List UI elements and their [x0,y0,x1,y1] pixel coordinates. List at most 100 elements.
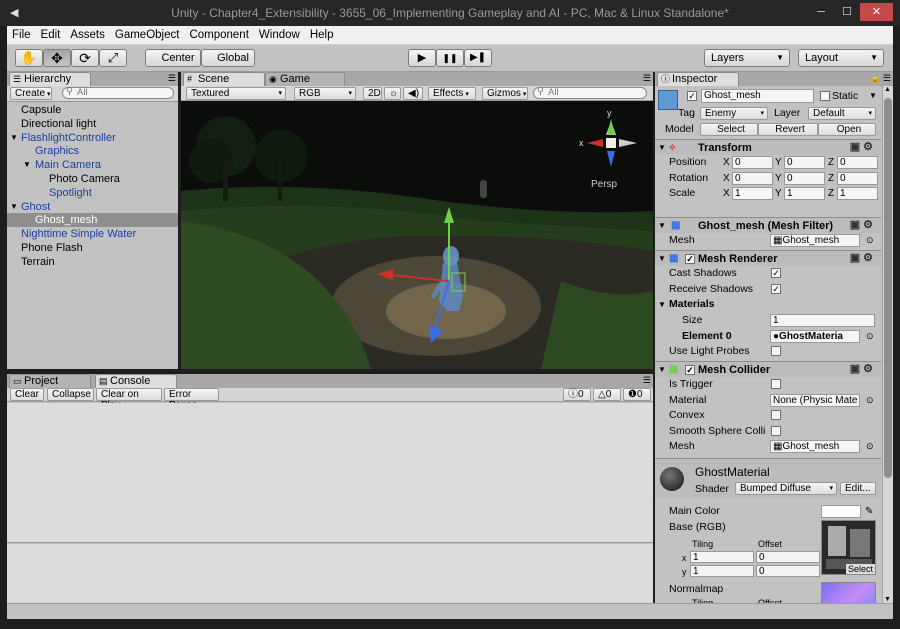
inspector-scrollbar[interactable]: ▲ ▼ [882,86,893,603]
position-y-field[interactable]: 0 [784,156,825,169]
move-tool-button[interactable]: ✥ [43,49,71,67]
tab-console[interactable]: ▤ Console [95,374,177,388]
pivot-center-toggle[interactable]: Center [145,49,201,67]
fold-icon[interactable]: ▼ [10,131,18,145]
scroll-up-icon[interactable]: ▲ [884,86,891,93]
rotation-z-field[interactable]: 0 [837,172,878,185]
base-texture-select-button[interactable]: Select [845,564,875,574]
is-trigger-checkbox[interactable] [771,379,781,389]
render-mode-dropdown[interactable]: Textured ▾ [186,87,286,100]
scale-tool-button[interactable]: ⤢ [99,49,127,67]
lighting-toggle[interactable]: ☼ [384,87,401,100]
color-mode-dropdown[interactable]: RGB ▾ [294,87,356,100]
base-texture-slot[interactable]: Select [821,520,876,575]
clear-on-play-button[interactable]: Clear on Play [96,388,162,411]
play-button[interactable]: ▶ [408,49,436,67]
menu-window[interactable]: Window [254,26,305,45]
warning-filter-toggle[interactable]: △0 [593,388,621,401]
hierarchy-search-input[interactable]: ⚲ All [62,87,174,99]
layer-dropdown[interactable]: Default ▾ [808,107,876,120]
convex-checkbox[interactable] [771,410,781,420]
mesh-field[interactable]: ▦Ghost_mesh [770,234,860,247]
error-pause-button[interactable]: Error Pause [164,388,219,411]
menu-file[interactable]: File [7,26,36,45]
rotation-y-field[interactable]: 0 [784,172,825,185]
tab-project[interactable]: ▭ Project [9,374,91,388]
shader-dropdown[interactable]: Bumped Diffuse ▾ [735,482,837,495]
mesh-collider-enabled-checkbox[interactable]: ✓ [685,365,695,375]
scale-y-field[interactable]: 1 [784,187,825,200]
collapse-button[interactable]: Collapse [47,388,94,401]
hierarchy-item[interactable]: Ghost_mesh [7,213,178,228]
lock-icon[interactable]: 🔒 [870,73,881,84]
chevron-down-icon[interactable]: ▼ [869,91,877,100]
shader-edit-button[interactable]: Edit... [840,482,876,495]
panel-menu-icon[interactable]: ☰ [883,73,891,84]
hierarchy-item[interactable]: Nighttime Simple Water [7,227,178,241]
object-picker-icon[interactable]: ⊙ [866,329,874,344]
scale-x-field[interactable]: 1 [732,187,773,200]
2d-toggle[interactable]: 2D [363,87,382,100]
close-button[interactable]: ✕ [860,3,893,21]
create-dropdown[interactable]: Create ▾ [10,87,52,100]
object-picker-icon[interactable]: ⊙ [866,393,874,408]
materials-row[interactable]: ▼ Materials [655,297,881,312]
hierarchy-item[interactable]: Graphics [7,144,178,158]
maximize-button[interactable]: ☐ [834,3,860,21]
gear-icon[interactable]: ▣ ⚙ [850,142,873,153]
menu-edit[interactable]: Edit [36,26,66,45]
error-filter-toggle[interactable]: ❶0 [623,388,651,401]
hierarchy-item[interactable]: Capsule [7,103,178,117]
tab-game[interactable]: ◉ Game [265,72,345,86]
element0-field[interactable]: ●GhostMateria [770,330,860,343]
clear-button[interactable]: Clear [10,388,44,401]
console-detail-area[interactable] [7,544,653,603]
info-filter-toggle[interactable]: ⓘ0 [563,388,591,401]
fold-icon[interactable]: ▼ [10,200,18,214]
step-button[interactable]: ▶❚ [464,49,492,67]
gear-icon[interactable]: ▣ ⚙ [850,253,873,264]
hierarchy-item[interactable]: Directional light [7,117,178,131]
base-offset-x-field[interactable]: 0 [756,551,820,563]
active-checkbox[interactable]: ✓ [687,91,697,101]
transform-header[interactable]: ▼ ⟡ Transform ▣ ⚙ [655,139,881,155]
size-field[interactable]: 1 [770,314,875,327]
audio-toggle[interactable]: ◀) [403,87,423,100]
panel-menu-icon[interactable]: ☰ [168,73,176,84]
hierarchy-item[interactable]: ▼ Ghost [7,200,178,214]
base-tiling-y-field[interactable]: 1 [690,565,754,577]
panel-menu-icon[interactable]: ☰ [643,73,651,84]
mesh-filter-header[interactable]: ▼ ▦ Ghost_mesh (Mesh Filter) ▣ ⚙ [655,217,881,233]
gizmos-dropdown[interactable]: Gizmos ▾ [482,87,528,100]
tab-scene[interactable]: # Scene [183,72,265,86]
hand-tool-button[interactable]: ✋ [15,49,43,67]
scroll-down-icon[interactable]: ▼ [884,596,891,603]
menu-help[interactable]: Help [305,26,339,45]
position-z-field[interactable]: 0 [837,156,878,169]
object-picker-icon[interactable]: ⊙ [866,439,874,454]
normalmap-texture-slot[interactable] [821,582,876,603]
tab-hierarchy[interactable]: ☰ Hierarchy [9,72,91,86]
material-header[interactable]: GhostMaterial Shader Bumped Diffuse ▾ Edi… [655,458,881,498]
pause-button[interactable]: ❚❚ [436,49,464,67]
menu-assets[interactable]: Assets [65,26,110,45]
base-tiling-x-field[interactable]: 1 [690,551,754,563]
position-x-field[interactable]: 0 [732,156,773,169]
scene-viewport[interactable]: y x Persp [181,101,653,369]
model-open-button[interactable]: Open [818,123,876,136]
minimize-button[interactable]: ─ [808,3,834,21]
cast-shadows-checkbox[interactable]: ✓ [771,268,781,278]
smooth-sphere-checkbox[interactable] [771,426,781,436]
capsule-object[interactable] [480,180,487,198]
panel-menu-icon[interactable]: ☰ [643,375,651,386]
hierarchy-item[interactable]: ▼ Main Camera [7,158,178,172]
hierarchy-item[interactable]: Spotlight [7,186,178,200]
eyedropper-icon[interactable]: ✎ [865,504,873,519]
light-probes-checkbox[interactable] [771,346,781,356]
rotate-tool-button[interactable]: ⟳ [71,49,99,67]
model-select-button[interactable]: Select [700,123,758,136]
gear-icon[interactable]: ▣ ⚙ [850,364,873,375]
object-picker-icon[interactable]: ⊙ [866,233,874,248]
persp-label[interactable]: Persp [591,179,618,190]
menu-component[interactable]: Component [184,26,253,45]
